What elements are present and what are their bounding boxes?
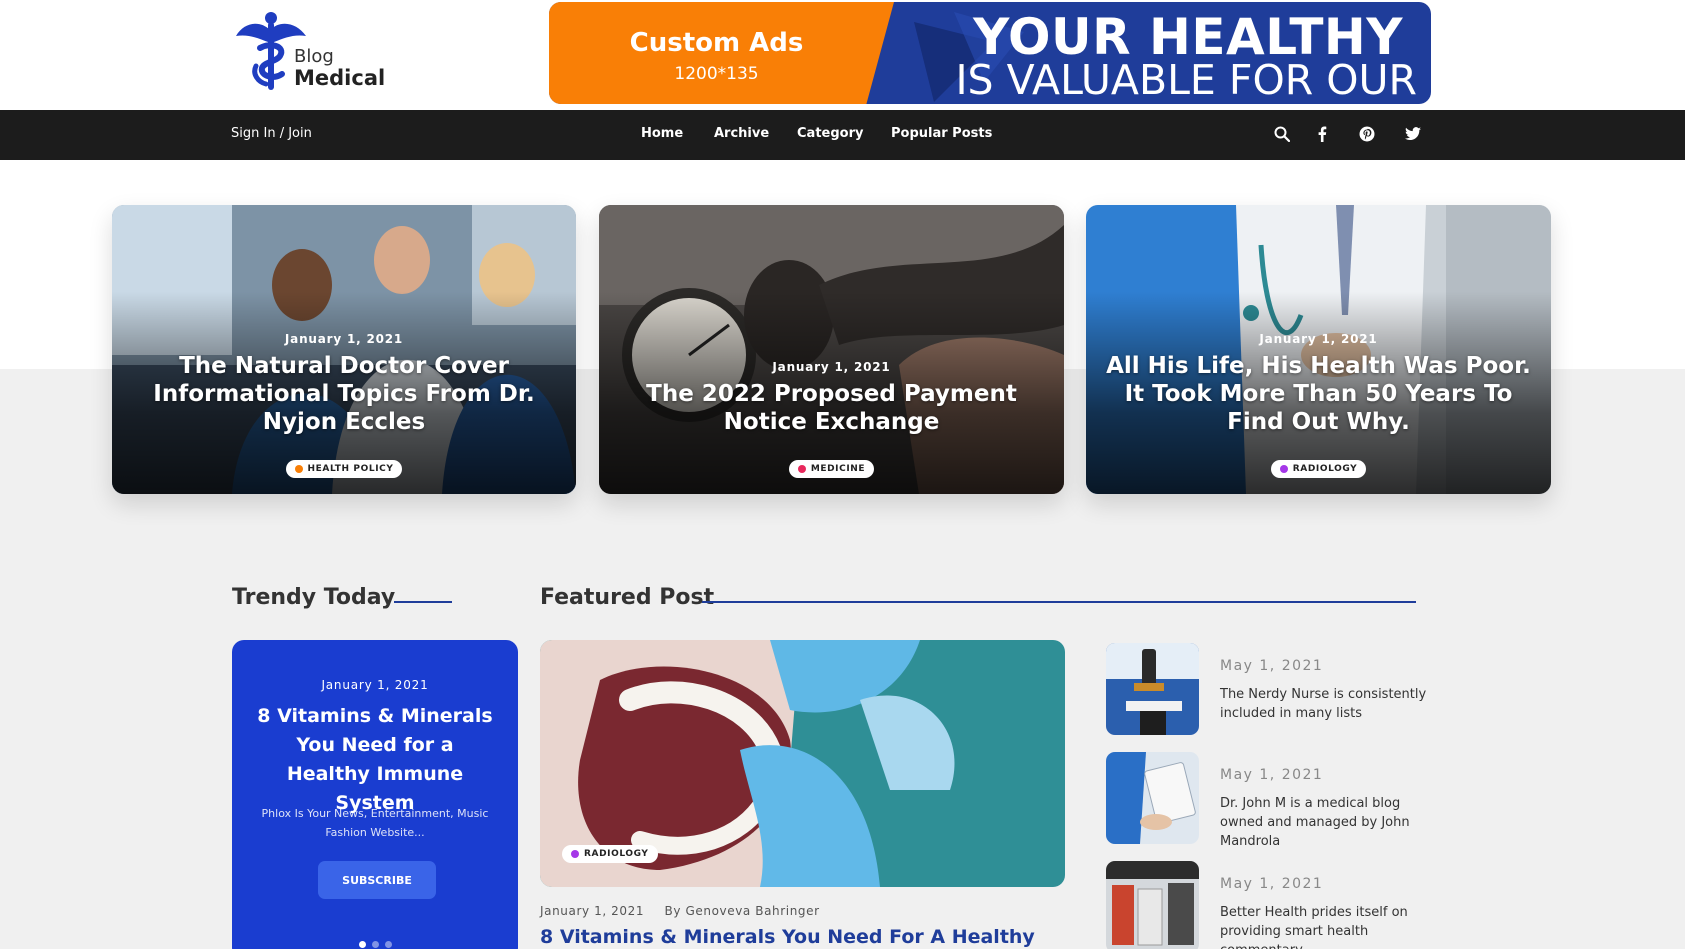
nav-archive[interactable]: Archive xyxy=(714,126,769,141)
hero-card-health-policy[interactable]: January 1, 2021 The Natural Doctor Cover… xyxy=(112,205,576,494)
hero-date: January 1, 2021 xyxy=(1259,332,1378,346)
category-badge[interactable]: HEALTH POLICY xyxy=(285,460,403,478)
category-label: RADIOLOGY xyxy=(1292,464,1358,474)
slider-dot-2[interactable] xyxy=(371,941,379,948)
featured-date: January 1, 2021 xyxy=(540,904,645,918)
category-badge[interactable]: RADIOLOGY xyxy=(1270,460,1367,478)
side-post-date: May 1, 2021 xyxy=(1220,876,1324,892)
nav-popular-posts[interactable]: Popular Posts xyxy=(891,126,992,141)
side-post-thumbnail[interactable] xyxy=(1106,643,1199,735)
trendy-card: January 1, 2021 8 Vitamins & Minerals Yo… xyxy=(232,640,518,949)
trendy-date: January 1, 2021 xyxy=(321,678,429,692)
featured-post-heading: Featured Post xyxy=(540,585,715,610)
slider-dot-1[interactable] xyxy=(358,941,366,948)
main-nav: Sign In / Join Home Archive Category Pop… xyxy=(0,110,1685,160)
subscribe-button[interactable]: SUBSCRIBE xyxy=(318,861,436,899)
nav-category[interactable]: Category xyxy=(797,126,863,141)
site-logo[interactable]: Blog Medical xyxy=(230,8,390,92)
category-dot xyxy=(571,850,579,858)
side-post-title[interactable]: Better Health prides itself on providing… xyxy=(1220,903,1440,949)
category-badge[interactable]: RADIOLOGY xyxy=(562,845,658,863)
search-icon[interactable] xyxy=(1272,124,1292,144)
hero-date: January 1, 2021 xyxy=(284,332,404,346)
hero-title[interactable]: The Natural Doctor Cover Informational T… xyxy=(132,352,556,436)
hero-card-medicine[interactable]: January 1, 2021 The 2022 Proposed Paymen… xyxy=(599,205,1064,494)
featured-author[interactable]: By Genoveva Bahringer xyxy=(665,904,820,918)
trendy-title[interactable]: 8 Vitamins & Minerals You Need for a Hea… xyxy=(252,702,498,818)
ad-title: Custom Ads xyxy=(629,28,804,58)
signin-link[interactable]: Sign In / Join xyxy=(231,126,312,141)
ad-banner[interactable]: Custom Ads 1200*135 YOUR HEALTHY IS VALU… xyxy=(549,2,1431,104)
side-post-date: May 1, 2021 xyxy=(1220,767,1324,783)
pharmacy-photo xyxy=(1106,861,1199,949)
site-header: Blog Medical Custom Ads 1200*135 YOUR HE… xyxy=(0,0,1685,110)
side-post[interactable]: May 1, 2021 The Nerdy Nurse is consisten… xyxy=(1106,643,1436,735)
twitter-icon[interactable] xyxy=(1403,124,1423,144)
ad-size: 1200*135 xyxy=(674,64,759,84)
category-dot xyxy=(1279,465,1288,473)
logo-text-medical: Medical xyxy=(294,66,386,90)
category-label: RADIOLOGY xyxy=(584,849,649,859)
hero-title[interactable]: The 2022 Proposed Payment Notice Exchang… xyxy=(619,380,1044,436)
microscope-photo xyxy=(1106,643,1199,735)
featured-post-image[interactable]: RADIOLOGY xyxy=(540,640,1065,887)
trendy-heading-underline xyxy=(394,601,452,603)
ad-headline-2: IS VALUABLE FOR OUR xyxy=(955,56,1417,104)
clipboard-photo xyxy=(1106,752,1199,844)
category-dot xyxy=(797,465,806,473)
featured-heading-underline xyxy=(702,601,1416,603)
side-post[interactable]: May 1, 2021 Dr. John M is a medical blog… xyxy=(1106,752,1436,849)
hero-title[interactable]: All His Life, His Health Was Poor. It To… xyxy=(1106,352,1531,436)
side-post[interactable]: May 1, 2021 Better Health prides itself … xyxy=(1106,861,1436,949)
category-badge[interactable]: MEDICINE xyxy=(788,460,875,478)
nav-home[interactable]: Home xyxy=(641,126,683,141)
hero-card-radiology[interactable]: January 1, 2021 All His Life, His Health… xyxy=(1086,205,1551,494)
slider-dots xyxy=(232,941,518,948)
category-dot xyxy=(294,465,303,473)
featured-title[interactable]: 8 Vitamins & Minerals You Need For A Hea… xyxy=(540,926,1035,948)
side-post-date: May 1, 2021 xyxy=(1220,658,1324,674)
side-post-title[interactable]: Dr. John M is a medical blog owned and m… xyxy=(1220,794,1440,851)
slider-dot-3[interactable] xyxy=(384,941,392,948)
facebook-icon[interactable] xyxy=(1312,124,1332,144)
side-post-title[interactable]: The Nerdy Nurse is consistently included… xyxy=(1220,685,1440,723)
category-label: MEDICINE xyxy=(810,464,866,474)
hero-date: January 1, 2021 xyxy=(772,360,891,374)
side-post-thumbnail[interactable] xyxy=(1106,752,1199,844)
logo-text-blog: Blog xyxy=(294,46,334,67)
trendy-today-heading: Trendy Today xyxy=(232,585,396,610)
category-label: HEALTH POLICY xyxy=(307,464,394,474)
pinterest-icon[interactable] xyxy=(1357,124,1377,144)
trendy-description: Phlox Is Your News, Entertainment, Music… xyxy=(261,807,489,839)
side-post-thumbnail[interactable] xyxy=(1106,861,1199,949)
featured-meta: January 1, 2021 By Genoveva Bahringer xyxy=(540,904,836,918)
